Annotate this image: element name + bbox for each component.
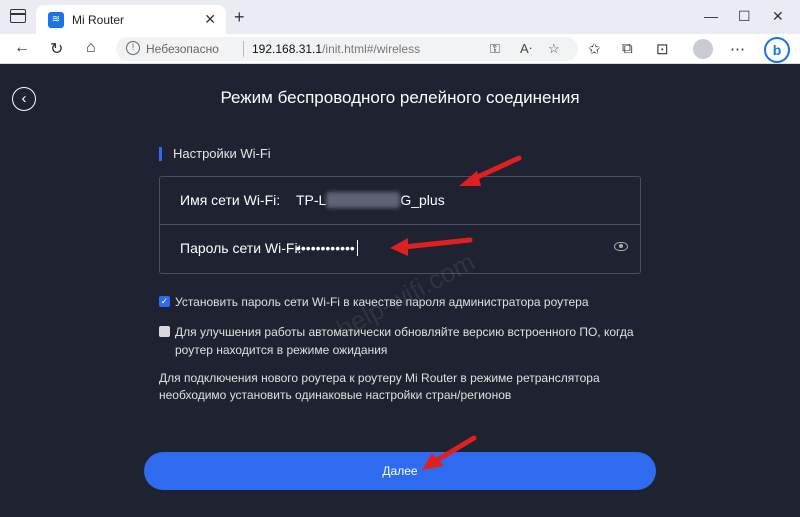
browser-tab[interactable]: ≋ Mi Router ✕ bbox=[36, 5, 226, 34]
url-separator bbox=[243, 41, 244, 57]
checkbox-unchecked-icon[interactable] bbox=[159, 326, 170, 337]
new-tab-icon[interactable]: + bbox=[234, 7, 245, 28]
url-text: 192.168.31.1/init.html#/wireless bbox=[252, 42, 420, 56]
reload-icon[interactable]: ↻ bbox=[50, 39, 63, 59]
ssid-label: Имя сети Wi-Fi: bbox=[180, 192, 281, 208]
address-bar-row: ← ↻ ⌂ ! Небезопасно 192.168.31.1/init.ht… bbox=[0, 34, 800, 64]
bing-icon[interactable]: b bbox=[764, 37, 790, 63]
wifi-form: Имя сети Wi-Fi: TP-L G_plus Пароль сети W… bbox=[159, 176, 641, 274]
ssid-field[interactable]: TP-L G_plus bbox=[296, 192, 445, 208]
info-text: Для подключения нового роутера к роутеру… bbox=[159, 371, 600, 402]
checkbox-checked-icon[interactable]: ✓ bbox=[159, 296, 170, 307]
back-icon[interactable]: ← bbox=[14, 39, 30, 57]
wifi-favicon-icon: ≋ bbox=[48, 12, 64, 28]
auto-update-option[interactable]: Для улучшения работы автоматически обнов… bbox=[159, 323, 649, 359]
security-label: Небезопасно bbox=[146, 42, 219, 56]
ssid-row[interactable]: Имя сети Wi-Fi: TP-L G_plus bbox=[160, 177, 640, 225]
favorites-icon[interactable]: ✩ bbox=[588, 40, 601, 58]
favorite-icon[interactable]: ☆ bbox=[548, 41, 560, 57]
more-icon[interactable]: ⋯ bbox=[730, 40, 745, 58]
maximize-icon[interactable]: ☐ bbox=[738, 8, 751, 25]
url-field[interactable]: ! Небезопасно 192.168.31.1/init.html#/wi… bbox=[116, 37, 578, 61]
checkbox-label: Для улучшения работы автоматически обнов… bbox=[175, 325, 634, 357]
password-row[interactable]: Пароль сети Wi-Fi: •••••••••••• bbox=[160, 225, 640, 273]
close-window-icon[interactable]: ✕ bbox=[772, 8, 784, 25]
ssid-prefix: TP-L bbox=[296, 192, 327, 208]
tab-title: Mi Router bbox=[72, 13, 125, 27]
password-label: Пароль сети Wi-Fi: bbox=[180, 240, 302, 256]
warning-icon[interactable]: ! bbox=[126, 41, 140, 55]
ssid-redacted bbox=[326, 192, 401, 208]
collections-icon[interactable]: ⧉ bbox=[622, 40, 633, 57]
url-path: /init.html#/wireless bbox=[322, 42, 421, 56]
key-icon[interactable]: ⚿ bbox=[490, 41, 500, 57]
admin-password-option[interactable]: ✓ Установить пароль сети Wi-Fi в качеств… bbox=[159, 293, 619, 311]
edge-icon[interactable]: ⊡ bbox=[656, 40, 669, 58]
home-icon[interactable]: ⌂ bbox=[86, 39, 96, 57]
password-field[interactable]: •••••••••••• bbox=[296, 240, 358, 256]
browser-tab-bar: ≋ Mi Router ✕ + — ☐ ✕ bbox=[0, 0, 800, 34]
eye-icon[interactable] bbox=[614, 242, 628, 251]
sidebar-icon[interactable] bbox=[10, 9, 26, 23]
next-button[interactable]: Далее bbox=[144, 452, 656, 490]
url-host: 192.168.31.1 bbox=[252, 42, 323, 56]
minimize-icon[interactable]: — bbox=[704, 8, 718, 24]
ssid-suffix: G_plus bbox=[400, 192, 445, 208]
close-tab-icon[interactable]: ✕ bbox=[204, 11, 216, 28]
profile-icon[interactable] bbox=[693, 39, 713, 59]
section-label: Настройки Wi-Fi bbox=[159, 146, 271, 161]
read-aloud-icon[interactable]: Aᐧ bbox=[520, 41, 532, 57]
checkbox-label: Установить пароль сети Wi-Fi в качестве … bbox=[175, 295, 589, 309]
page-title: Режим беспроводного релейного соединения bbox=[220, 88, 580, 107]
